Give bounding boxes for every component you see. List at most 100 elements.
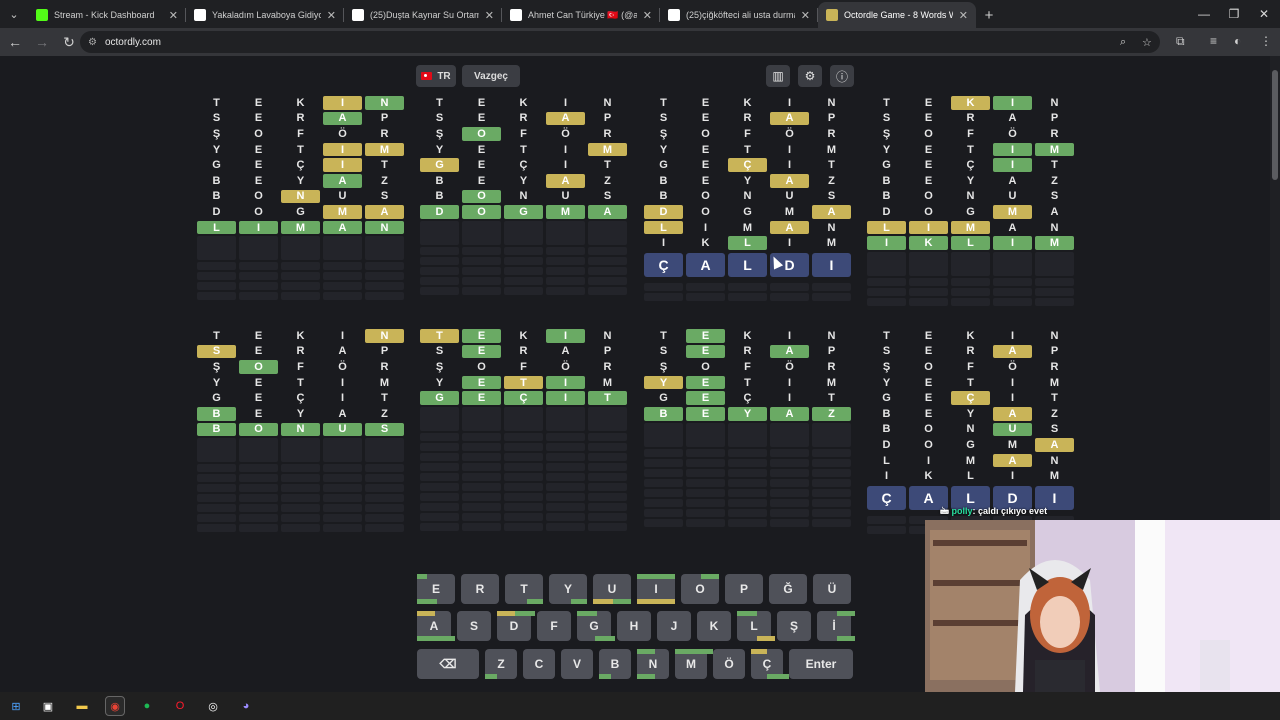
letter-tile: Y: [659, 143, 668, 156]
key-R[interactable]: R: [461, 574, 499, 604]
guess-row: DOGMA: [644, 205, 851, 219]
letter-tile: A: [1008, 112, 1017, 125]
backspace-key[interactable]: ⌫: [417, 649, 479, 679]
empty-tile: [323, 514, 362, 523]
key-C[interactable]: C: [523, 649, 555, 679]
zoom-icon[interactable]: ⌕: [1120, 36, 1126, 49]
empty-tile: [812, 468, 851, 477]
key-F[interactable]: F: [537, 611, 571, 641]
discord-icon[interactable]: ◕: [236, 696, 256, 716]
url-input[interactable]: ⚙ octordly.com ⌕ ☆: [80, 31, 1160, 53]
letter-tile: Ö: [338, 360, 347, 373]
enter-key[interactable]: Enter: [789, 649, 853, 679]
info-icon[interactable]: ⓘ: [830, 65, 854, 87]
key-G[interactable]: G: [577, 611, 615, 641]
new-tab-button[interactable]: +: [976, 2, 1002, 28]
spotify-icon[interactable]: ●: [137, 696, 157, 716]
tab-close-icon[interactable]: ✕: [485, 9, 494, 22]
key-V[interactable]: V: [561, 649, 593, 679]
key-I[interactable]: I: [637, 574, 675, 604]
guess-row: ŞOFÖR: [420, 127, 627, 141]
letter-tile: L: [728, 236, 767, 250]
empty-tile: [588, 266, 627, 275]
key-L[interactable]: L: [737, 611, 775, 641]
empty-tile: [462, 442, 501, 451]
obs-icon[interactable]: ◎: [203, 696, 223, 716]
minimize-icon[interactable]: —: [1188, 0, 1220, 28]
key-Ç[interactable]: Ç: [751, 649, 789, 679]
tab-close-icon[interactable]: ✕: [169, 9, 178, 22]
opera-icon[interactable]: O: [170, 696, 190, 716]
key-Ö[interactable]: Ö: [713, 649, 745, 679]
empty-row: [197, 504, 404, 513]
extensions-icon[interactable]: ⧉: [1176, 34, 1185, 49]
site-info-icon[interactable]: ⚙: [88, 37, 97, 48]
key-P[interactable]: P: [725, 574, 763, 604]
browser-tab[interactable]: (25)çiğköfteci ali usta durma de ✕: [660, 2, 818, 28]
letter-tile: O: [924, 360, 933, 373]
guess-row: TEKIN: [644, 329, 851, 343]
key-Ğ[interactable]: Ğ: [769, 574, 807, 604]
profile-avatar[interactable]: ◐: [1234, 34, 1241, 48]
letter-tile: Z: [381, 174, 388, 187]
empty-row: [197, 464, 404, 473]
key-A[interactable]: A: [417, 611, 455, 641]
forward-icon[interactable]: →: [30, 30, 54, 54]
guess-row: TEKIN: [867, 329, 1074, 343]
scrollbar-thumb[interactable]: [1272, 70, 1278, 180]
key-O[interactable]: O: [681, 574, 719, 604]
task-view-icon[interactable]: ▣: [38, 696, 58, 716]
tab-close-icon[interactable]: ✕: [643, 9, 652, 22]
browser-tab[interactable]: Octordle Game - 8 Words Word ✕: [818, 2, 976, 28]
key-N[interactable]: N: [637, 649, 669, 679]
file-explorer-icon[interactable]: ▬: [72, 696, 92, 716]
key-Ü[interactable]: Ü: [813, 574, 851, 604]
key-label: Ş: [789, 619, 798, 633]
key-J[interactable]: J: [657, 611, 691, 641]
key-E[interactable]: E: [417, 574, 455, 604]
give-up-button[interactable]: Vazgeç: [462, 65, 520, 87]
browser-tab[interactable]: (25)Duşta Kaynar Su Ortamı De ✕: [344, 2, 502, 28]
empty-tile: [462, 432, 501, 441]
language-button[interactable]: TR: [416, 65, 456, 87]
letter-tile: N: [827, 96, 836, 109]
letter-tile: E: [924, 376, 933, 389]
chrome-icon[interactable]: ◉: [105, 696, 125, 716]
key-M[interactable]: M: [675, 649, 713, 679]
close-window-icon[interactable]: ✕: [1248, 0, 1280, 28]
tab-close-icon[interactable]: ✕: [959, 9, 968, 22]
guess-row: YETIM: [867, 376, 1074, 390]
windows-start-icon[interactable]: ⊞: [6, 696, 26, 716]
browser-menu-icon[interactable]: ⋮: [1260, 34, 1272, 48]
key-U[interactable]: U: [593, 574, 631, 604]
tab-search-icon[interactable]: ⌄: [0, 0, 28, 28]
key-D[interactable]: D: [497, 611, 535, 641]
browser-tab[interactable]: Stream - Kick Dashboard ✕: [28, 2, 186, 28]
tab-close-icon[interactable]: ✕: [801, 9, 810, 22]
back-icon[interactable]: ←: [3, 30, 27, 54]
gear-icon[interactable]: ⚙: [798, 65, 822, 87]
empty-tile: [504, 522, 543, 531]
tab-close-icon[interactable]: ✕: [327, 9, 336, 22]
letter-tile: T: [660, 96, 667, 109]
stats-icon[interactable]: ▥: [766, 65, 790, 87]
letter-tile: I: [1010, 376, 1015, 389]
key-K[interactable]: K: [697, 611, 731, 641]
key-B[interactable]: B: [599, 649, 631, 679]
bookmark-star-icon[interactable]: ☆: [1142, 36, 1152, 49]
key-S[interactable]: S: [457, 611, 491, 641]
letter-tile: F: [967, 360, 974, 373]
media-control-icon[interactable]: ≡: [1210, 34, 1217, 48]
key-T[interactable]: T: [505, 574, 543, 604]
key-H[interactable]: H: [617, 611, 651, 641]
browser-tab[interactable]: Yakaladım Lavaboya Gidiyor, Ha ✕: [186, 2, 344, 28]
key-İ[interactable]: İ: [817, 611, 855, 641]
key-Y[interactable]: Y: [549, 574, 587, 604]
letter-tile: A: [1008, 221, 1017, 234]
restore-icon[interactable]: ❐: [1218, 0, 1250, 28]
key-Z[interactable]: Z: [485, 649, 517, 679]
reload-icon[interactable]: ↻: [57, 30, 81, 54]
browser-tab[interactable]: Ahmet Can Türkiye 🇹🇷 (@ahmet ✕: [502, 2, 660, 28]
empty-tile: [644, 282, 683, 291]
key-Ş[interactable]: Ş: [777, 611, 811, 641]
